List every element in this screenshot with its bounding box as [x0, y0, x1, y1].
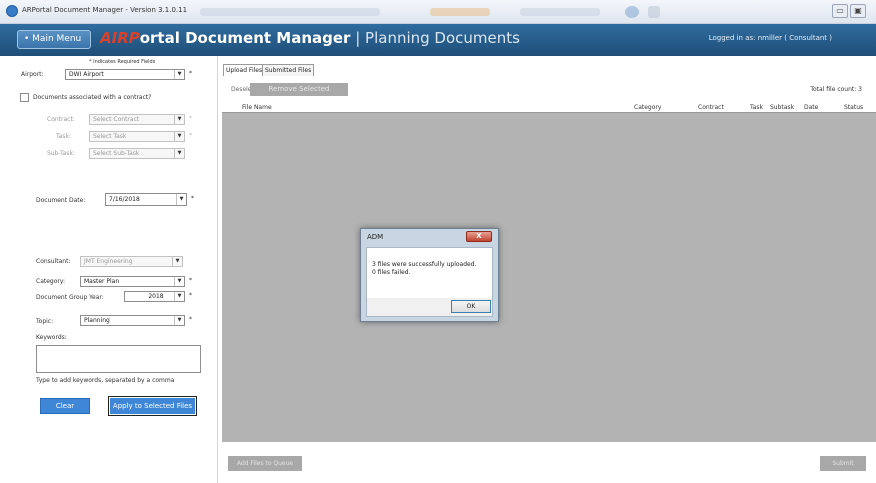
contract-label: Contract: — [47, 116, 75, 123]
required-star: * — [189, 132, 192, 139]
total-file-count: Total file count: 3 — [810, 86, 862, 93]
logged-in-info: Logged in as: nmiller ( Consultant ) — [708, 34, 832, 42]
tab-upload-files[interactable]: Upload Files — [223, 64, 266, 76]
taskbar-blur — [520, 8, 600, 16]
metadata-panel: * Indicates Required Fields Airport: DWI… — [0, 56, 218, 483]
taskbar-blur — [200, 8, 380, 16]
topic-value: Planning — [84, 317, 110, 324]
add-files-to-queue-button[interactable]: Add Files to Queue — [228, 456, 302, 471]
category-label: Category: — [36, 278, 65, 285]
required-star: * — [189, 115, 192, 122]
required-star: * — [189, 277, 192, 284]
airport-value: DWI Airport — [69, 71, 104, 78]
keywords-label: Keywords: — [36, 334, 67, 341]
chevron-down-icon: ▼ — [174, 316, 184, 325]
topic-select[interactable]: Planning ▼ — [80, 315, 185, 326]
consultant-label: Consultant: — [36, 258, 71, 265]
main-menu-button[interactable]: • Main Menu — [17, 30, 91, 49]
required-note: * Indicates Required Fields — [89, 59, 156, 65]
chevron-down-icon: ▼ — [174, 277, 184, 286]
clear-button[interactable]: Clear — [40, 398, 90, 414]
contract-checkbox[interactable] — [20, 93, 29, 102]
category-value: Master Plan — [84, 278, 120, 285]
chevron-down-icon: ▼ — [172, 257, 182, 266]
column-task[interactable]: Task — [750, 104, 763, 111]
required-star: * — [189, 316, 192, 323]
dialog-message-success: 3 files were successfully uploaded. — [372, 261, 477, 268]
airport-label: Airport: — [21, 71, 44, 78]
document-date-label: Document Date: — [36, 197, 86, 204]
group-year-label: Document Group Year: — [36, 294, 104, 301]
maximize-button[interactable]: ▣ — [850, 4, 866, 18]
chevron-down-icon: ▼ — [174, 132, 184, 141]
required-star: * — [189, 70, 192, 77]
consultant-value: JMT Engineering — [84, 258, 133, 265]
app-header: • Main Menu AIRPortal Document Manager |… — [0, 24, 876, 56]
contract-select: Select Contract ▼ — [89, 114, 185, 125]
task-value: Select Task — [93, 133, 127, 140]
tab-submitted-files[interactable]: Submitted Files — [262, 64, 315, 76]
contract-value: Select Contract — [93, 116, 140, 123]
column-date[interactable]: Date — [804, 104, 818, 111]
dialog-title: ADM — [367, 233, 384, 241]
dialog-ok-button[interactable]: OK — [451, 300, 491, 313]
keywords-input[interactable] — [36, 345, 201, 373]
consultant-select: JMT Engineering ▼ — [80, 256, 183, 267]
title-sub: Planning Documents — [365, 29, 520, 47]
file-grid[interactable]: File Name Category Contract Task Subtask… — [222, 102, 876, 442]
title-separator: | — [350, 29, 366, 47]
window-titlebar: ARPortal Document Manager - Version 3.1.… — [0, 0, 876, 24]
keywords-hint: Type to add keywords, separated by a com… — [36, 377, 175, 384]
dialog-body: 3 files were successfully uploaded. 0 fi… — [366, 247, 493, 317]
chevron-down-icon: ▼ — [174, 149, 184, 158]
taskbar-blur — [648, 6, 660, 18]
submit-button[interactable]: Submit — [820, 456, 866, 471]
minimize-button[interactable]: ▭ — [832, 4, 848, 18]
column-category[interactable]: Category — [634, 104, 661, 111]
task-select: Select Task ▼ — [89, 131, 185, 142]
app-icon — [6, 5, 18, 17]
title-main: ortal Document Manager — [139, 29, 351, 47]
group-year-value: 2018 — [148, 293, 164, 300]
contract-checkbox-label: Documents associated with a contract? — [33, 94, 152, 101]
window-title: ARPortal Document Manager - Version 3.1.… — [22, 6, 188, 14]
chevron-down-icon: ▼ — [174, 115, 184, 124]
topic-label: Topic: — [36, 318, 54, 325]
category-select[interactable]: Master Plan ▼ — [80, 276, 185, 287]
app-title: AIRPortal Document Manager | Planning Do… — [100, 29, 520, 47]
remove-selected-button[interactable]: Remove Selected — [250, 83, 348, 96]
column-subtask[interactable]: Subtask — [770, 104, 794, 111]
chevron-down-icon: ▼ — [174, 70, 184, 79]
required-star: * — [189, 292, 192, 299]
required-star: * — [191, 195, 194, 202]
column-status[interactable]: Status — [844, 104, 863, 111]
file-grid-header: File Name Category Contract Task Subtask… — [222, 102, 876, 113]
subtask-value: Select Sub-Task — [93, 150, 140, 157]
subtask-label: Sub-Task: — [47, 150, 76, 157]
document-date-picker[interactable]: 7/16/2018 ▼ — [105, 193, 187, 206]
task-label: Task: — [56, 133, 71, 140]
subtask-select: Select Sub-Task ▼ — [89, 148, 185, 159]
apply-to-selected-files-button[interactable]: Apply to Selected Files — [108, 396, 197, 416]
group-year-select[interactable]: 2018 ▼ — [124, 291, 185, 302]
dialog-message-failed: 0 files failed. — [372, 269, 411, 276]
apply-button-label: Apply to Selected Files — [110, 398, 195, 414]
dialog-footer: OK — [367, 298, 492, 316]
column-file-name[interactable]: File Name — [242, 104, 272, 111]
calendar-dropdown-icon: ▼ — [176, 194, 186, 205]
document-date-value: 7/16/2018 — [109, 196, 140, 203]
column-contract[interactable]: Contract — [698, 104, 724, 111]
dialog-close-button[interactable]: X — [466, 231, 492, 242]
chevron-down-icon: ▼ — [174, 292, 184, 301]
upload-result-dialog: ADM X 3 files were successfully uploaded… — [360, 228, 499, 322]
taskbar-blur — [625, 6, 639, 18]
logo-prefix: AIRP — [100, 29, 140, 47]
taskbar-blur — [430, 8, 490, 16]
airport-select[interactable]: DWI Airport ▼ — [65, 69, 185, 80]
